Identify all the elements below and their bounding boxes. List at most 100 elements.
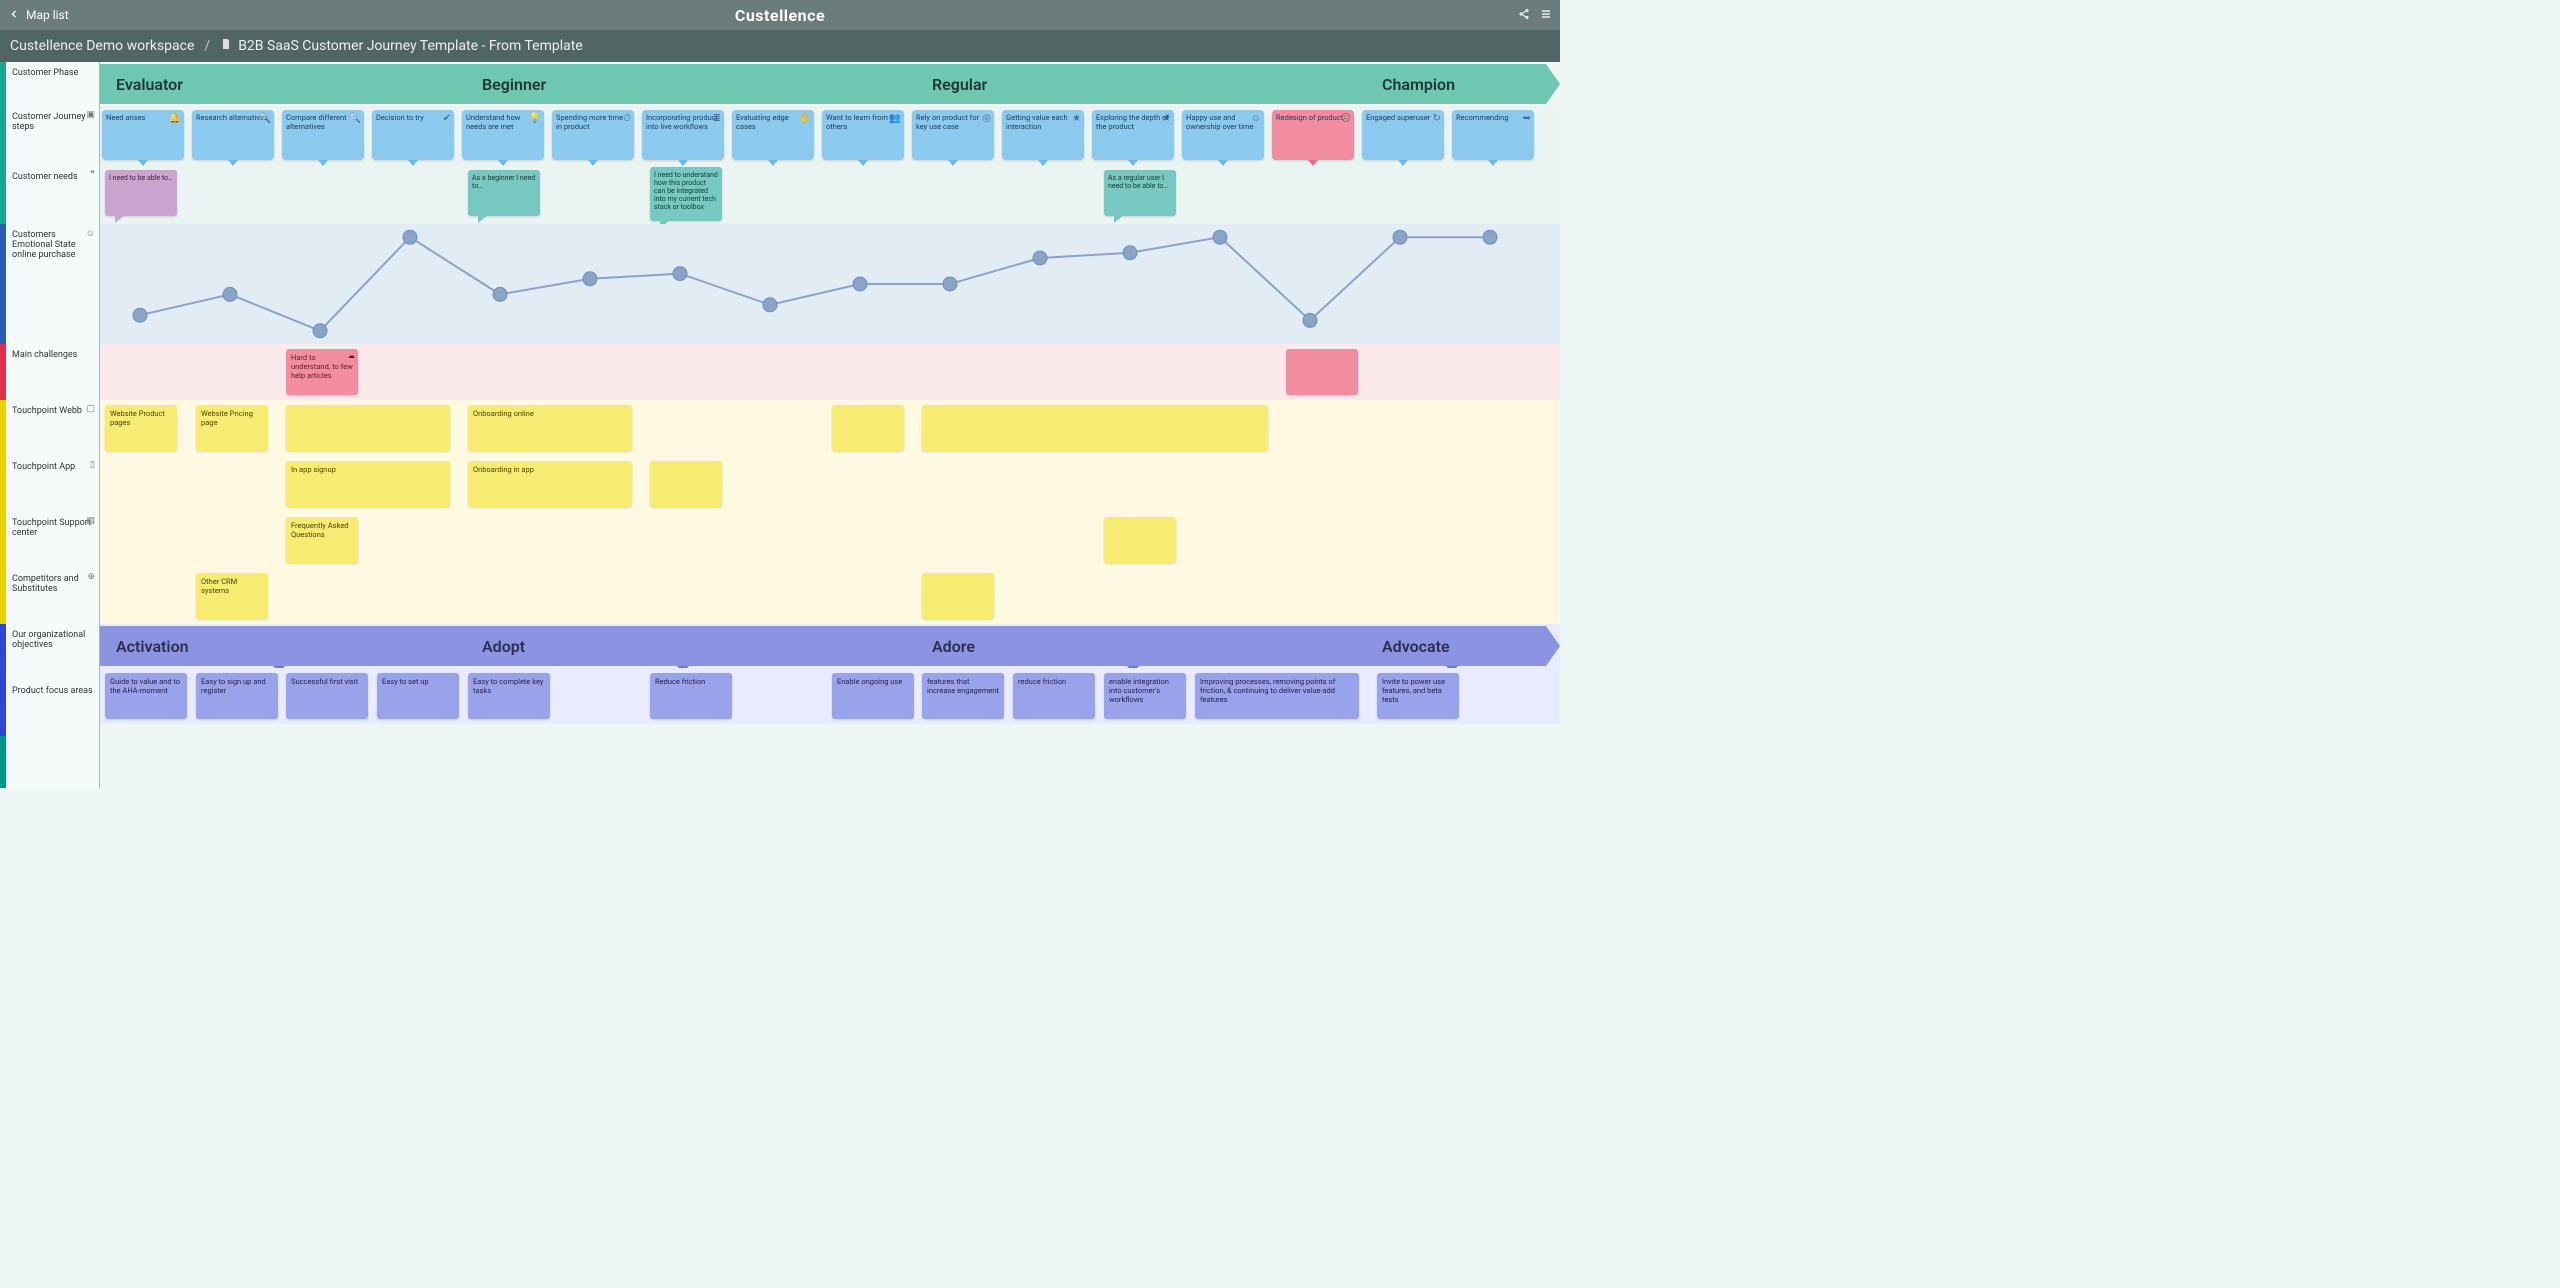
lane-card[interactable]: Invite to power use features, and beta t…: [1377, 673, 1459, 719]
lane-card[interactable]: [1286, 349, 1358, 395]
journey-step-card[interactable]: Exploring the depth of the product★: [1092, 110, 1174, 160]
emotion-point[interactable]: [313, 324, 327, 338]
lane-card[interactable]: Hard to understand, to few help articles…: [286, 349, 358, 395]
lane-card[interactable]: [832, 405, 904, 451]
objective-adopt[interactable]: Adopt: [458, 626, 908, 666]
journey-step-card[interactable]: Evaluating edge cases✋: [732, 110, 814, 160]
lane-card[interactable]: Successful first visit: [286, 673, 368, 719]
arrow-left-icon: [8, 8, 20, 23]
lane-card[interactable]: enable integration into customer's workf…: [1104, 673, 1186, 719]
objective-activation[interactable]: Activation: [100, 626, 458, 666]
quote-icon: ❞: [90, 170, 95, 180]
canvas[interactable]: EvaluatorBeginnerRegularChampion Need ar…: [100, 62, 1560, 788]
lane-card[interactable]: Onboarding online: [468, 405, 632, 451]
customer-need-note[interactable]: I need to be able to…: [105, 170, 177, 216]
emotion-point[interactable]: [493, 287, 507, 301]
lane-label-support[interactable]: Touchpoint Support center▤: [6, 512, 99, 568]
journey-step-label: Incorporating product into live workflow…: [646, 113, 718, 131]
emotion-point[interactable]: [1033, 251, 1047, 265]
lane-card[interactable]: features that increase engagement: [922, 673, 1004, 719]
phase-beginner[interactable]: Beginner: [458, 64, 908, 104]
breadcrumb-map[interactable]: B2B SaaS Customer Journey Template - Fro…: [220, 38, 583, 54]
lane-card[interactable]: [922, 405, 1268, 451]
journey-step-card[interactable]: Recommending➥: [1452, 110, 1534, 160]
journey-step-label: Need arises: [106, 113, 146, 122]
emotion-point[interactable]: [403, 230, 417, 244]
lane-card[interactable]: Website Product pages: [105, 405, 177, 451]
lane-label-challenges[interactable]: Main challenges: [6, 344, 99, 400]
lane-card[interactable]: [1104, 517, 1176, 563]
journey-step-card[interactable]: Want to learn from others👥: [822, 110, 904, 160]
lane-label-phase[interactable]: Customer Phase: [6, 62, 99, 106]
journey-step-card[interactable]: Research alternatives🔍: [192, 110, 274, 160]
breadcrumb-map-label: B2B SaaS Customer Journey Template - Fro…: [238, 38, 583, 54]
emotion-point[interactable]: [133, 308, 147, 322]
journey-step-card[interactable]: Rely on product for key use case◎: [912, 110, 994, 160]
phase-champion[interactable]: Champion: [1358, 64, 1546, 104]
journey-step-card[interactable]: Decision to try✔: [372, 110, 454, 160]
phone-icon: ▯: [90, 460, 95, 470]
emotion-point[interactable]: [673, 267, 687, 281]
lane-card[interactable]: Website Pricing page: [196, 405, 268, 451]
lane-label-focus[interactable]: Product focus areas: [6, 680, 99, 736]
lane-card[interactable]: Easy to set up: [377, 673, 459, 719]
lane-card[interactable]: Easy to complete key tasks: [468, 673, 550, 719]
phase-evaluator[interactable]: Evaluator: [100, 64, 458, 104]
lane-card[interactable]: Easy to sign up and register: [196, 673, 278, 719]
emotion-point[interactable]: [223, 287, 237, 301]
journey-step-card[interactable]: Need arises🔔: [102, 110, 184, 160]
objective-adore[interactable]: Adore: [908, 626, 1358, 666]
objective-advocate[interactable]: Advocate: [1358, 626, 1546, 666]
emotion-point[interactable]: [943, 277, 957, 291]
lane-label-app[interactable]: Touchpoint App▯: [6, 456, 99, 512]
back-to-map-list[interactable]: Map list: [8, 8, 69, 23]
lane-card[interactable]: Enable ongoing use: [832, 673, 914, 719]
lane-card[interactable]: Other CRM systems: [196, 573, 268, 619]
customer-need-note[interactable]: I need to understand how this product ca…: [650, 167, 722, 221]
lane-label-competitors[interactable]: Competitors and Substitutes⊕: [6, 568, 99, 624]
journey-step-card[interactable]: Incorporating product into live workflow…: [642, 110, 724, 160]
lane-label-emotion[interactable]: Customers Emotional State online purchas…: [6, 224, 99, 344]
lane-card[interactable]: [922, 573, 994, 619]
journey-step-card[interactable]: Compare different alternatives🔍: [282, 110, 364, 160]
lane-card[interactable]: [650, 461, 722, 507]
journey-step-card[interactable]: Happy use and ownership over time☺: [1182, 110, 1264, 160]
journey-step-card[interactable]: Spending more time in product⏱: [552, 110, 634, 160]
journey-step-card[interactable]: Engaged superuser↻: [1362, 110, 1444, 160]
emotion-point[interactable]: [1483, 230, 1497, 244]
emotion-point[interactable]: [853, 277, 867, 291]
emotion-point[interactable]: [763, 298, 777, 312]
emotion-point[interactable]: [1303, 313, 1317, 327]
lane-card[interactable]: In app signup: [286, 461, 450, 507]
journey-step-label: Want to learn from others: [826, 113, 888, 131]
lane-card[interactable]: Reduce friction: [650, 673, 732, 719]
phase-regular[interactable]: Regular: [908, 64, 1358, 104]
lane-label-objectives[interactable]: Our organizational objectives: [6, 624, 99, 680]
emotion-point[interactable]: [1123, 246, 1137, 260]
menu-icon[interactable]: [1540, 8, 1552, 23]
lane-card[interactable]: reduce friction: [1013, 673, 1095, 719]
journey-step-card[interactable]: Redesign of product☹: [1272, 110, 1354, 160]
lane-label-needs[interactable]: Customer needs❞: [6, 166, 99, 224]
image-icon: ▣: [86, 110, 95, 120]
emotion-point[interactable]: [1213, 230, 1227, 244]
share-icon[interactable]: [1518, 8, 1530, 23]
breadcrumb-workspace[interactable]: Custellence Demo workspace: [10, 38, 194, 54]
lane-card[interactable]: Frequently Asked Questions: [286, 517, 358, 563]
globe-icon: ⊕: [87, 572, 95, 582]
lane-card[interactable]: Improving processes, removing points of …: [1195, 673, 1359, 719]
emotion-point[interactable]: [583, 272, 597, 286]
lane-card[interactable]: [286, 405, 450, 451]
journey-step-label: Spending more time in product: [556, 113, 623, 131]
lane-card[interactable]: Guide to value and to the AHA-moment: [105, 673, 187, 719]
journey-step-card[interactable]: Getting value each interaction★: [1002, 110, 1084, 160]
customer-need-note[interactable]: As a beginner I need to…: [468, 170, 540, 216]
lane-label-steps[interactable]: Customer Journey steps▣: [6, 106, 99, 166]
emotion-point[interactable]: [1393, 230, 1407, 244]
share-icon: ➥: [1523, 113, 1531, 125]
monitor-icon: ▢: [86, 404, 95, 414]
lane-label-web[interactable]: Touchpoint Webb▢: [6, 400, 99, 456]
customer-need-note[interactable]: As a regular user I need to be able to…: [1104, 170, 1176, 216]
journey-step-card[interactable]: Understand how needs are met💡: [462, 110, 544, 160]
lane-card[interactable]: Onboarding in app: [468, 461, 632, 507]
